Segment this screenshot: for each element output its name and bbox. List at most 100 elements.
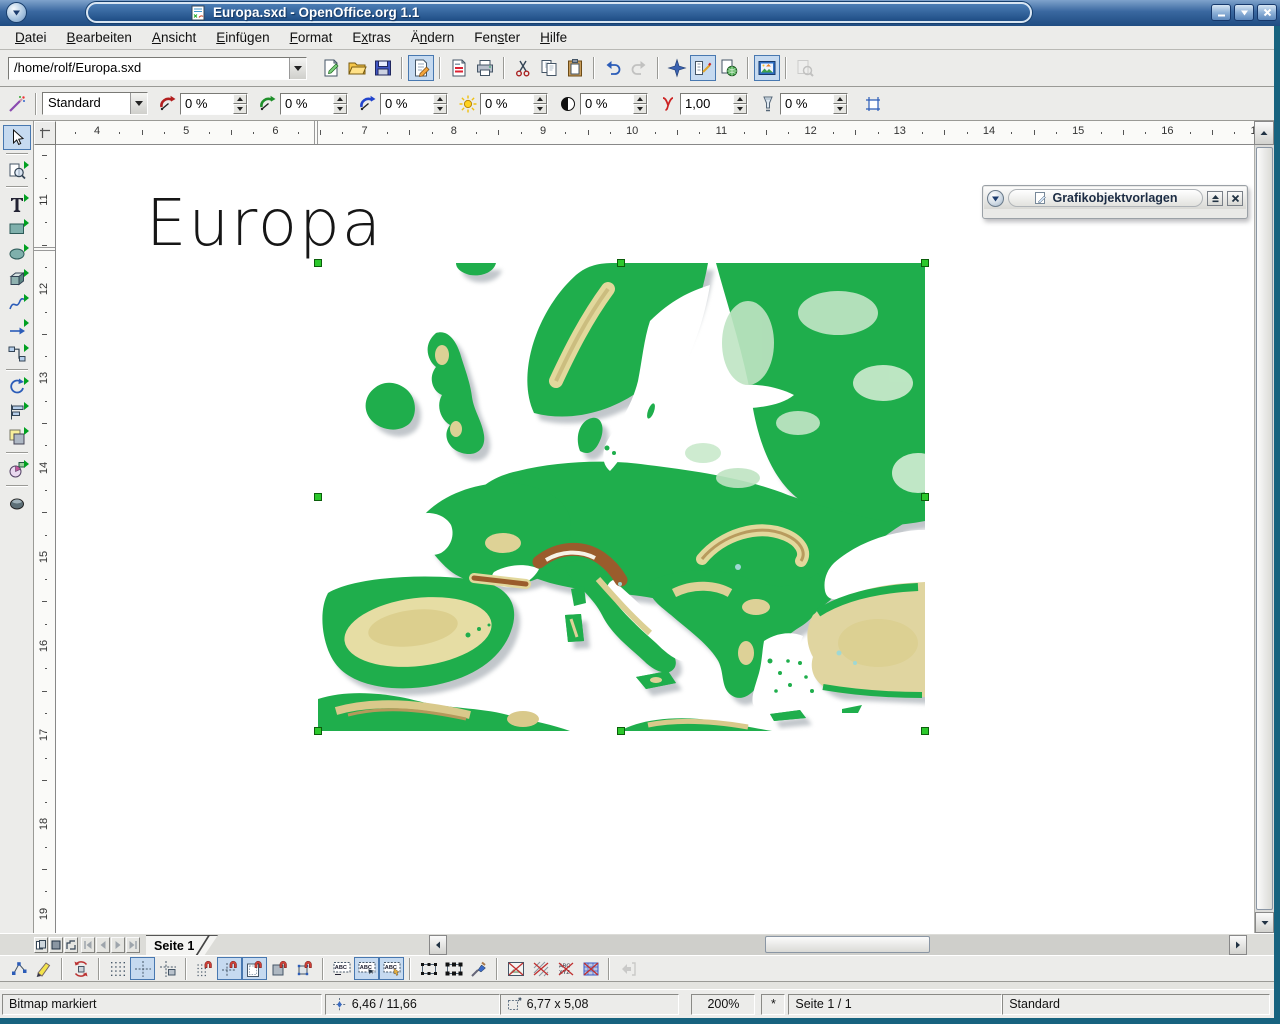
stylist-rollup-button[interactable] bbox=[1207, 191, 1223, 206]
menu-item-einfügen[interactable]: Einfügen bbox=[206, 27, 279, 48]
menu-item-fenster[interactable]: Fenster bbox=[464, 27, 530, 48]
dblclick-text-button[interactable]: ABC bbox=[379, 957, 404, 980]
selection-handle-se[interactable] bbox=[921, 727, 929, 735]
gallery-button[interactable] bbox=[754, 55, 780, 81]
spin-value[interactable]: 1,00 bbox=[681, 94, 733, 114]
selection-handle-s[interactable] bbox=[617, 727, 625, 735]
window-menu-button[interactable] bbox=[6, 2, 27, 23]
selection-handle-nw[interactable] bbox=[314, 259, 322, 267]
spin-field[interactable]: 1,00 bbox=[680, 93, 748, 115]
spin-up-button[interactable] bbox=[233, 94, 247, 104]
spin-up-button[interactable] bbox=[733, 94, 747, 104]
spin-down-button[interactable] bbox=[633, 104, 647, 114]
picture-placeholder-button[interactable] bbox=[503, 957, 528, 980]
text-tool-button[interactable] bbox=[3, 191, 31, 216]
next-page-button[interactable] bbox=[111, 937, 125, 953]
spin-field[interactable]: 0 % bbox=[180, 93, 248, 115]
url-dropdown-button[interactable] bbox=[289, 58, 306, 79]
snap-grid-magnet-button[interactable] bbox=[192, 957, 217, 980]
titlebar[interactable]: Europa.sxd - OpenOffice.org 1.1 bbox=[0, 0, 1280, 26]
url-combobox[interactable]: /home/rolf/Europa.sxd bbox=[8, 57, 307, 80]
rotate-tool-button[interactable] bbox=[3, 374, 31, 399]
snap-points-button[interactable] bbox=[292, 957, 317, 980]
page-style-field[interactable]: Standard bbox=[1002, 994, 1270, 1015]
spin-value[interactable]: 0 % bbox=[381, 94, 433, 114]
menu-item-format[interactable]: Format bbox=[280, 27, 343, 48]
master-view-button[interactable] bbox=[49, 937, 63, 953]
spin-down-button[interactable] bbox=[733, 104, 747, 114]
snap-margins-button[interactable] bbox=[242, 957, 267, 980]
spin-value[interactable]: 0 % bbox=[281, 94, 333, 114]
insert-tool-button[interactable] bbox=[3, 457, 31, 482]
prev-page-button[interactable] bbox=[96, 937, 110, 953]
selection-handle-sw[interactable] bbox=[314, 727, 322, 735]
show-grid-button[interactable] bbox=[105, 957, 130, 980]
new-document-button[interactable] bbox=[318, 55, 344, 81]
spin-down-button[interactable] bbox=[533, 104, 547, 114]
contour-mode-button[interactable] bbox=[528, 957, 553, 980]
graphics-mode-combobox[interactable]: Standard bbox=[42, 92, 148, 115]
navigator-button[interactable] bbox=[664, 55, 690, 81]
spin-value[interactable]: 0 % bbox=[481, 94, 533, 114]
quick-edit-button[interactable]: ABC bbox=[329, 957, 354, 980]
layer-view-button[interactable] bbox=[64, 937, 78, 953]
spin-value[interactable]: 0 % bbox=[781, 94, 833, 114]
spin-down-button[interactable] bbox=[233, 104, 247, 114]
spin-field[interactable]: 0 % bbox=[580, 93, 648, 115]
drawing-title-text[interactable]: Europa bbox=[146, 189, 383, 259]
spin-down-button[interactable] bbox=[333, 104, 347, 114]
first-page-button[interactable] bbox=[81, 937, 95, 953]
spin-up-button[interactable] bbox=[333, 94, 347, 104]
selection-handle-n[interactable] bbox=[617, 259, 625, 267]
snap-grid-button[interactable] bbox=[130, 957, 155, 980]
vertical-scrollbar-thumb[interactable] bbox=[1256, 147, 1273, 910]
selection-handle-ne[interactable] bbox=[921, 259, 929, 267]
simple-handles-button[interactable] bbox=[416, 957, 441, 980]
filter-button[interactable] bbox=[4, 91, 30, 117]
exit-group-button[interactable] bbox=[615, 957, 640, 980]
minimize-button[interactable] bbox=[1211, 4, 1231, 21]
page-view-button[interactable] bbox=[34, 937, 48, 953]
spin-up-button[interactable] bbox=[433, 94, 447, 104]
snap-snaplines-button[interactable] bbox=[217, 957, 242, 980]
stylist-panel[interactable]: Grafikobjektvorlagen bbox=[982, 185, 1248, 219]
crop-button[interactable] bbox=[860, 91, 886, 117]
drawing-canvas[interactable]: Europa bbox=[56, 145, 1254, 933]
helplines-move-button[interactable] bbox=[155, 957, 180, 980]
edit-points-button[interactable] bbox=[6, 957, 31, 980]
zoom-field[interactable]: 200% bbox=[691, 994, 755, 1015]
glue-points-button[interactable] bbox=[31, 957, 56, 980]
spin-down-button[interactable] bbox=[433, 104, 447, 114]
large-handles-button[interactable] bbox=[441, 957, 466, 980]
maximize-button[interactable] bbox=[1234, 4, 1254, 21]
last-page-button[interactable] bbox=[126, 937, 140, 953]
spin-field[interactable]: 0 % bbox=[280, 93, 348, 115]
vertical-scrollbar[interactable] bbox=[1254, 145, 1274, 933]
rect-tool-button[interactable] bbox=[3, 216, 31, 241]
print-button[interactable] bbox=[472, 55, 498, 81]
line-contour-button[interactable] bbox=[578, 957, 603, 980]
text-placeholder-button[interactable]: ABCXYZ bbox=[553, 957, 578, 980]
select-text-area-button[interactable]: ABC bbox=[354, 957, 379, 980]
threed-tool-button[interactable] bbox=[3, 266, 31, 291]
spin-down-button[interactable] bbox=[833, 104, 847, 114]
stylist-menu-button[interactable] bbox=[987, 190, 1004, 207]
select-button[interactable] bbox=[3, 125, 31, 150]
redo-button[interactable] bbox=[626, 55, 652, 81]
scroll-left-button[interactable] bbox=[429, 935, 447, 955]
menu-item-extras[interactable]: Extras bbox=[342, 27, 400, 48]
selection-handle-w[interactable] bbox=[314, 493, 322, 501]
snap-border-button[interactable] bbox=[267, 957, 292, 980]
url-field[interactable]: /home/rolf/Europa.sxd bbox=[9, 58, 289, 79]
spin-field[interactable]: 0 % bbox=[780, 93, 848, 115]
cut-button[interactable] bbox=[510, 55, 536, 81]
menu-item-ändern[interactable]: Ändern bbox=[401, 27, 465, 48]
ellipse-tool-button[interactable] bbox=[3, 241, 31, 266]
paste-button[interactable] bbox=[562, 55, 588, 81]
modify-attributes-button[interactable] bbox=[466, 957, 491, 980]
spin-up-button[interactable] bbox=[833, 94, 847, 104]
scroll-up-button[interactable] bbox=[1254, 121, 1274, 145]
spin-value[interactable]: 0 % bbox=[181, 94, 233, 114]
spin-up-button[interactable] bbox=[633, 94, 647, 104]
menu-item-ansicht[interactable]: Ansicht bbox=[142, 27, 206, 48]
